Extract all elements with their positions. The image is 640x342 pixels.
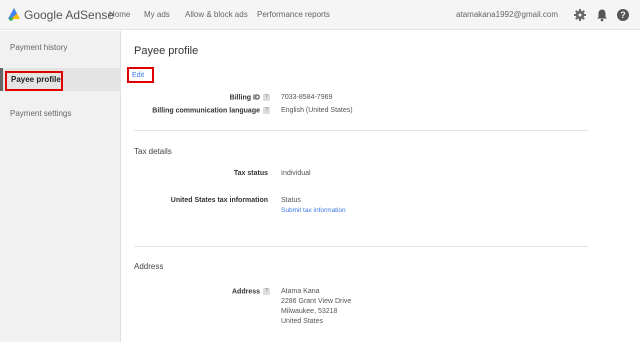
tax-details-title: Tax details — [134, 147, 172, 156]
help-icon[interactable]: ? — [263, 107, 270, 114]
submit-tax-info-link[interactable]: Submit tax information — [281, 207, 346, 214]
billing-language-value: English (United States) — [281, 107, 353, 114]
address-line: 2286 Grant View Drive — [281, 298, 352, 305]
help-icon[interactable]: ? — [263, 288, 270, 295]
help-icon[interactable]: ? — [616, 8, 630, 22]
app-name[interactable]: Google AdSense — [24, 8, 114, 22]
address-title: Address — [134, 262, 164, 271]
highlight-box-payee-profile — [5, 71, 63, 91]
billing-id-label: Billing ID? — [230, 94, 270, 101]
highlight-box-edit — [127, 67, 154, 83]
us-tax-info-label: United States tax information — [170, 197, 268, 204]
help-icon[interactable]: ? — [263, 94, 270, 101]
nav-my-ads[interactable]: My ads — [144, 10, 170, 19]
us-tax-info-value: Status — [281, 197, 301, 204]
tax-status-label: Tax status — [233, 170, 268, 177]
page-title: Payee profile — [134, 45, 199, 57]
nav-home[interactable]: Home — [109, 10, 130, 19]
settings-icon[interactable] — [573, 8, 587, 22]
divider — [134, 130, 588, 131]
svg-text:?: ? — [620, 10, 626, 20]
billing-language-label: Billing communication language? — [152, 107, 270, 114]
nav-performance-reports[interactable]: Performance reports — [257, 10, 330, 19]
address-line: United States — [281, 318, 324, 325]
address-line: Milwaukee, 53218 — [281, 308, 338, 315]
account-email[interactable]: atamakana1992@gmail.com — [456, 10, 558, 19]
sidebar-item-payment-settings[interactable]: Payment settings — [0, 109, 121, 118]
billing-id-label-text: Billing ID — [229, 94, 260, 102]
billing-id-value: 7033-8584-7969 — [281, 94, 333, 101]
divider — [134, 246, 588, 247]
notifications-icon[interactable] — [595, 8, 609, 22]
billing-language-label-text: Billing communication language — [152, 107, 260, 115]
top-bar: Google AdSense Home My ads Allow & block… — [0, 0, 640, 30]
sidebar-item-payment-history[interactable]: Payment history — [0, 43, 121, 52]
nav-allow-block-ads[interactable]: Allow & block ads — [185, 10, 248, 19]
address-line: Atama Kana — [281, 288, 320, 295]
address-label-text: Address — [231, 288, 260, 296]
address-label: Address? — [232, 288, 270, 295]
tax-status-value: Individual — [281, 170, 311, 177]
adsense-logo-icon[interactable] — [8, 8, 20, 21]
